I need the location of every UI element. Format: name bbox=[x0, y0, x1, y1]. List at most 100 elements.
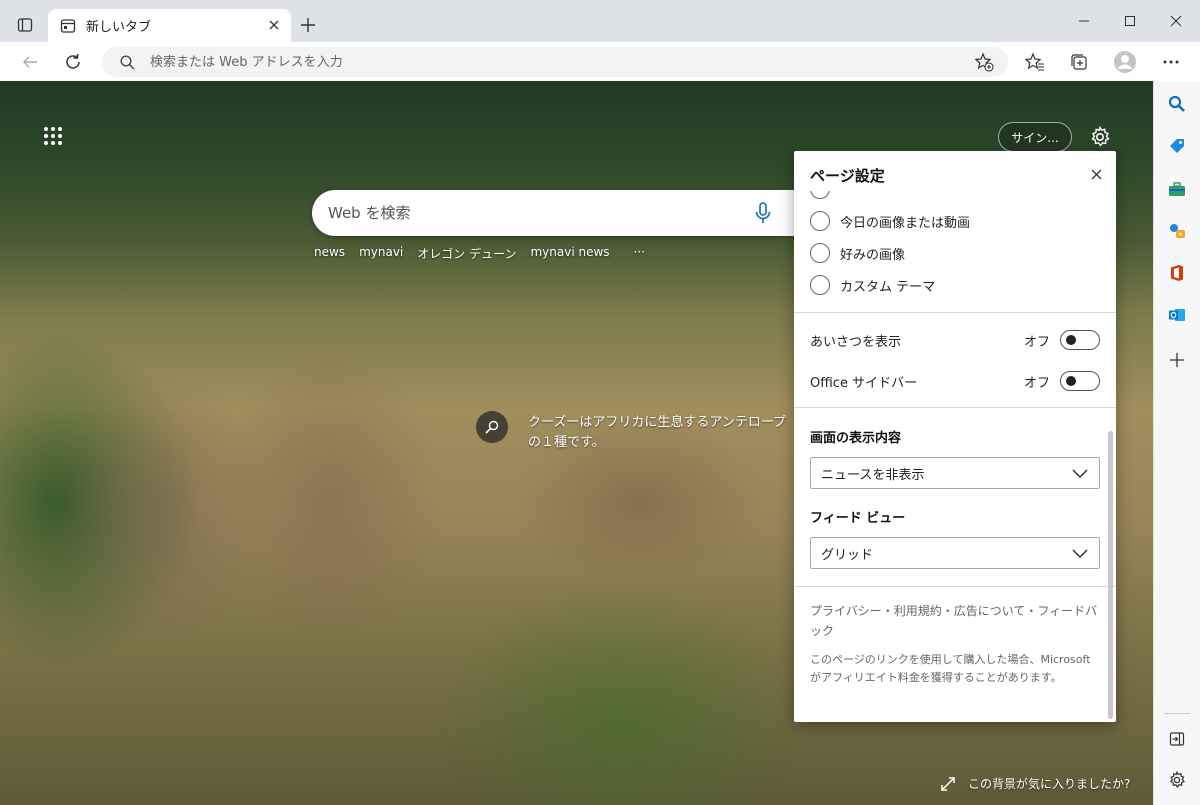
toggle-label: あいさつを表示 bbox=[810, 334, 902, 350]
content-select[interactable]: ニュースを非表示 bbox=[810, 457, 1100, 489]
footer-links[interactable]: プライバシー・利用規約・広告について・フィードバック bbox=[810, 601, 1104, 641]
sidebar-shopping-button[interactable] bbox=[1163, 132, 1191, 160]
divider bbox=[794, 586, 1116, 587]
trending-more-button[interactable]: ··· bbox=[634, 245, 645, 262]
close-icon bbox=[269, 20, 279, 30]
app-launcher-button[interactable] bbox=[38, 121, 68, 151]
chevron-down-icon bbox=[1071, 546, 1089, 562]
outlook-icon bbox=[1169, 309, 1185, 321]
star-add-icon bbox=[974, 52, 994, 72]
sidebar-tools-button[interactable] bbox=[1163, 175, 1191, 203]
signin-button[interactable]: サイン... bbox=[998, 122, 1072, 152]
image-info: クーズーはアフリカに生息するアンテロープの１種です。 bbox=[476, 411, 796, 453]
maximize-button[interactable] bbox=[1107, 6, 1153, 36]
panel-title: ページ設定 bbox=[810, 167, 885, 185]
tab-actions-icon bbox=[17, 18, 33, 32]
toolbox-icon bbox=[1169, 182, 1185, 196]
toggle-knob bbox=[1066, 376, 1076, 386]
sidebar-add-button[interactable] bbox=[1163, 346, 1191, 374]
trending-item[interactable]: mynavi news bbox=[530, 245, 609, 262]
profile-button[interactable] bbox=[1110, 47, 1140, 77]
search-icon bbox=[485, 420, 499, 434]
back-arrow-icon bbox=[23, 56, 37, 68]
radio-partial bbox=[810, 191, 830, 199]
hide-sidebar-icon bbox=[1169, 732, 1185, 746]
sidebar-outlook-button[interactable] bbox=[1163, 301, 1191, 329]
trending-item[interactable]: オレゴン デューン bbox=[417, 245, 516, 262]
games-icon bbox=[1170, 224, 1185, 238]
feed-section-title: フィード ビュー bbox=[810, 511, 906, 526]
add-favorite-button[interactable] bbox=[972, 50, 996, 74]
greeting-toggle-row: あいさつを表示 オフ bbox=[810, 328, 1100, 352]
like-background-link[interactable]: この背景が気に入りましたか? bbox=[940, 775, 1130, 792]
close-window-button[interactable] bbox=[1153, 6, 1199, 36]
trending-item[interactable]: mynavi bbox=[359, 245, 403, 262]
maximize-icon bbox=[1125, 16, 1135, 26]
more-horizontal-icon bbox=[1163, 60, 1179, 64]
collections-icon bbox=[1071, 54, 1087, 70]
sidebar-settings-button[interactable] bbox=[1163, 766, 1191, 794]
radio-button[interactable] bbox=[810, 191, 830, 199]
expand-icon bbox=[941, 776, 955, 791]
background-option-label: カスタム テーマ bbox=[840, 279, 936, 295]
new-tab-button[interactable] bbox=[296, 13, 320, 37]
tab-new-tab[interactable]: 新しいタブ bbox=[48, 9, 291, 42]
panel-close-button[interactable] bbox=[1086, 164, 1106, 184]
office-sidebar-toggle[interactable] bbox=[1060, 371, 1100, 391]
toggle-state: オフ bbox=[1023, 334, 1050, 350]
search-icon bbox=[1168, 95, 1185, 112]
feed-view-select[interactable]: グリッド bbox=[810, 537, 1100, 569]
minimize-button[interactable] bbox=[1061, 6, 1107, 36]
more-menu-button[interactable] bbox=[1156, 47, 1186, 77]
favorites-icon bbox=[1025, 52, 1044, 71]
content-select-value: ニュースを非表示 bbox=[821, 467, 925, 483]
voice-search-button[interactable] bbox=[750, 200, 776, 226]
image-caption[interactable]: クーズーはアフリカに生息するアンテロープの１種です。 bbox=[528, 413, 788, 453]
like-background-label: この背景が気に入りましたか? bbox=[968, 777, 1131, 791]
background-option-label: 好みの画像 bbox=[840, 247, 906, 263]
panel-scrollbar[interactable] bbox=[1108, 431, 1113, 719]
sidebar-search-button[interactable] bbox=[1163, 90, 1191, 118]
gear-icon bbox=[1169, 771, 1185, 788]
back-button[interactable] bbox=[15, 47, 45, 77]
divider bbox=[794, 312, 1116, 313]
background-option[interactable]: カスタム テーマ bbox=[810, 275, 935, 295]
background-option[interactable]: 今日の画像または動画 bbox=[810, 211, 970, 231]
content-section-title: 画面の表示内容 bbox=[810, 431, 902, 446]
image-search-button[interactable] bbox=[476, 411, 508, 443]
tag-icon bbox=[1170, 139, 1184, 153]
address-input[interactable] bbox=[150, 47, 930, 77]
trending-item[interactable]: news bbox=[314, 245, 345, 262]
search-icon bbox=[120, 55, 135, 70]
background-option[interactable]: 好みの画像 bbox=[810, 243, 905, 263]
hide-sidebar-button[interactable] bbox=[1163, 725, 1191, 753]
affiliate-note: このページのリンクを使用して購入した場合、Microsoft がアフィリエイト料… bbox=[810, 653, 1091, 684]
toggle-knob bbox=[1066, 335, 1076, 345]
office-sidebar-toggle-row: Office サイドバー オフ bbox=[810, 369, 1100, 393]
page-settings-button[interactable] bbox=[1084, 121, 1116, 153]
radio-button[interactable] bbox=[810, 211, 830, 231]
refresh-icon bbox=[66, 54, 80, 69]
favorites-button[interactable] bbox=[1020, 47, 1050, 77]
tab-close-button[interactable] bbox=[265, 16, 283, 34]
sidebar-divider bbox=[1164, 713, 1190, 714]
tab-actions-button[interactable] bbox=[10, 10, 40, 40]
sidebar-office-button[interactable] bbox=[1163, 259, 1191, 287]
toggle-state: オフ bbox=[1023, 375, 1050, 391]
radio-button[interactable] bbox=[810, 243, 830, 263]
chevron-down-icon bbox=[1071, 466, 1089, 482]
radio-button[interactable] bbox=[810, 275, 830, 295]
tab-title: 新しいタブ bbox=[86, 20, 152, 35]
sidebar-games-button[interactable] bbox=[1163, 217, 1191, 245]
trending-searches: news mynavi オレゴン デューン mynavi news ··· bbox=[314, 245, 645, 262]
web-search-input[interactable] bbox=[328, 190, 728, 236]
office-icon bbox=[1171, 265, 1183, 281]
gear-icon bbox=[1091, 126, 1110, 147]
page-settings-panel: ページ設定 今日の画像または動画 好みの画像 カスタム テーマ あいさつを表示 … bbox=[794, 151, 1116, 722]
collections-button[interactable] bbox=[1064, 47, 1094, 77]
new-tab-page-icon bbox=[60, 18, 76, 33]
minimize-icon bbox=[1079, 20, 1089, 22]
greeting-toggle[interactable] bbox=[1060, 330, 1100, 350]
apps-grid-icon bbox=[44, 127, 62, 145]
refresh-button[interactable] bbox=[58, 47, 88, 77]
